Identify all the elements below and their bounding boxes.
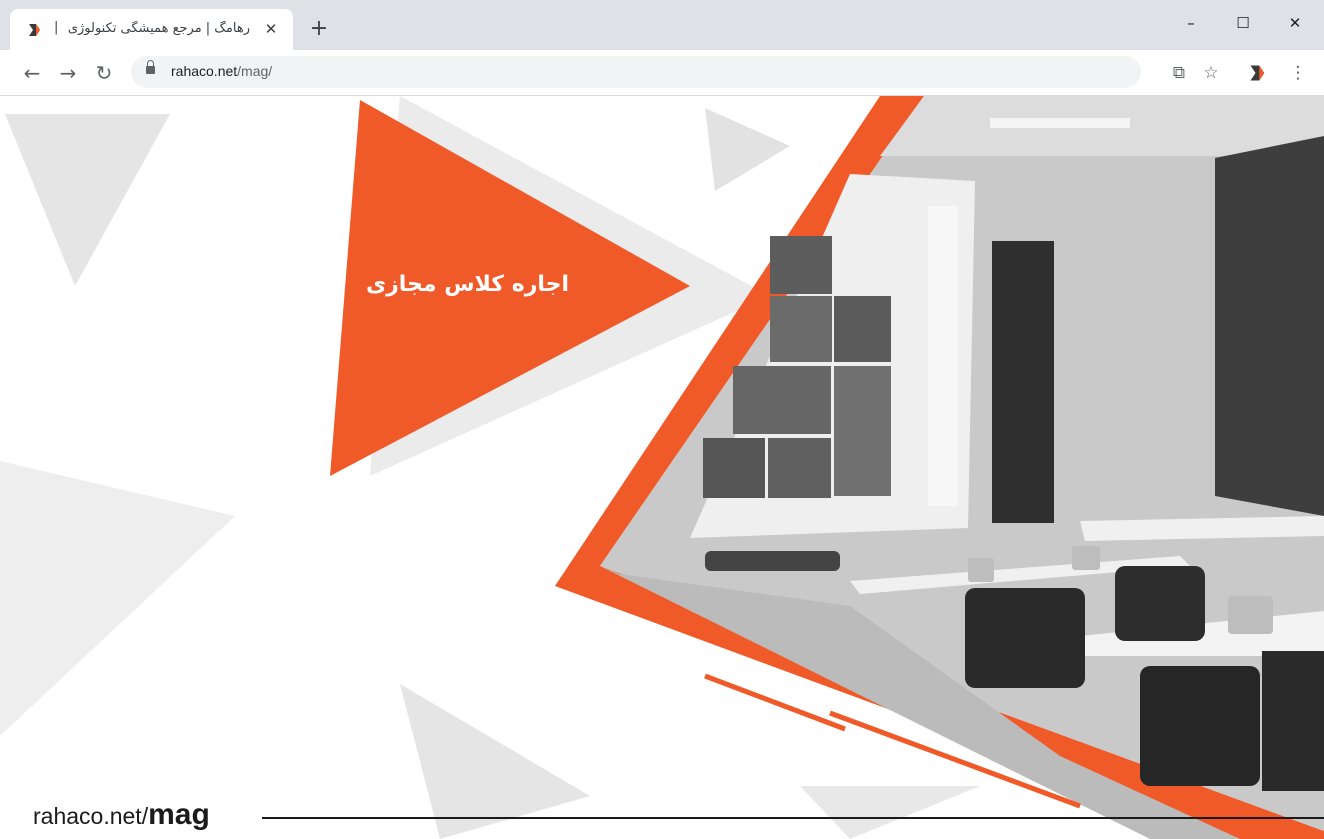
site-url-domain: rahaco.net/ xyxy=(33,803,149,829)
browser-toolbar: ← → ↻ rahaco.net/mag/ ⧉ ☆ ⋮ xyxy=(0,50,1324,96)
star-icon[interactable]: ☆ xyxy=(1198,60,1224,86)
tab-title: رهامگ | مرجع همیشگی تکنولوژی xyxy=(67,21,250,36)
hero-banner xyxy=(0,96,1324,839)
back-button[interactable]: ← xyxy=(18,59,46,87)
tab-close-button[interactable]: ✕ xyxy=(261,19,281,39)
address-bar[interactable]: rahaco.net/mag/ xyxy=(131,56,1141,88)
url-domain: rahaco.net xyxy=(171,63,238,79)
menu-icon[interactable]: ⋮ xyxy=(1285,60,1311,86)
lock-icon[interactable] xyxy=(146,60,155,74)
maximize-button[interactable]: ☐ xyxy=(1220,8,1266,38)
close-window-button[interactable]: ✕ xyxy=(1272,8,1318,38)
rahaco-logo-icon xyxy=(29,24,40,36)
site-url-section: mag xyxy=(148,798,210,831)
url-text[interactable]: rahaco.net/mag/ xyxy=(171,63,272,79)
browser-tab[interactable]: | رهامگ | مرجع همیشگی تکنولوژی ✕ xyxy=(10,9,293,50)
translate-icon[interactable]: ⧉ xyxy=(1166,60,1192,86)
site-url: rahaco.net/mag xyxy=(33,798,210,832)
tab-strip: | رهامگ | مرجع همیشگی تکنولوژی ✕ + – ☐ ✕ xyxy=(0,0,1324,50)
banner-headline: اجاره کلاس مجازی xyxy=(365,272,570,297)
page-content: اجاره کلاس مجازی rahaco.net/mag xyxy=(0,96,1324,839)
decor-triangle xyxy=(400,684,590,839)
decor-triangle xyxy=(5,114,170,286)
new-tab-button[interactable]: + xyxy=(307,18,331,42)
tab-title-separator: | xyxy=(54,20,59,35)
minimize-button[interactable]: – xyxy=(1168,8,1214,38)
forward-button[interactable]: → xyxy=(54,59,82,87)
reload-button[interactable]: ↻ xyxy=(90,59,118,87)
decor-triangle xyxy=(0,461,235,736)
extension-icon[interactable] xyxy=(1248,63,1268,83)
decor-triangle xyxy=(800,786,980,839)
decor-triangle xyxy=(705,108,790,191)
url-path: /mag/ xyxy=(237,63,273,79)
classroom-photo xyxy=(600,96,1324,839)
